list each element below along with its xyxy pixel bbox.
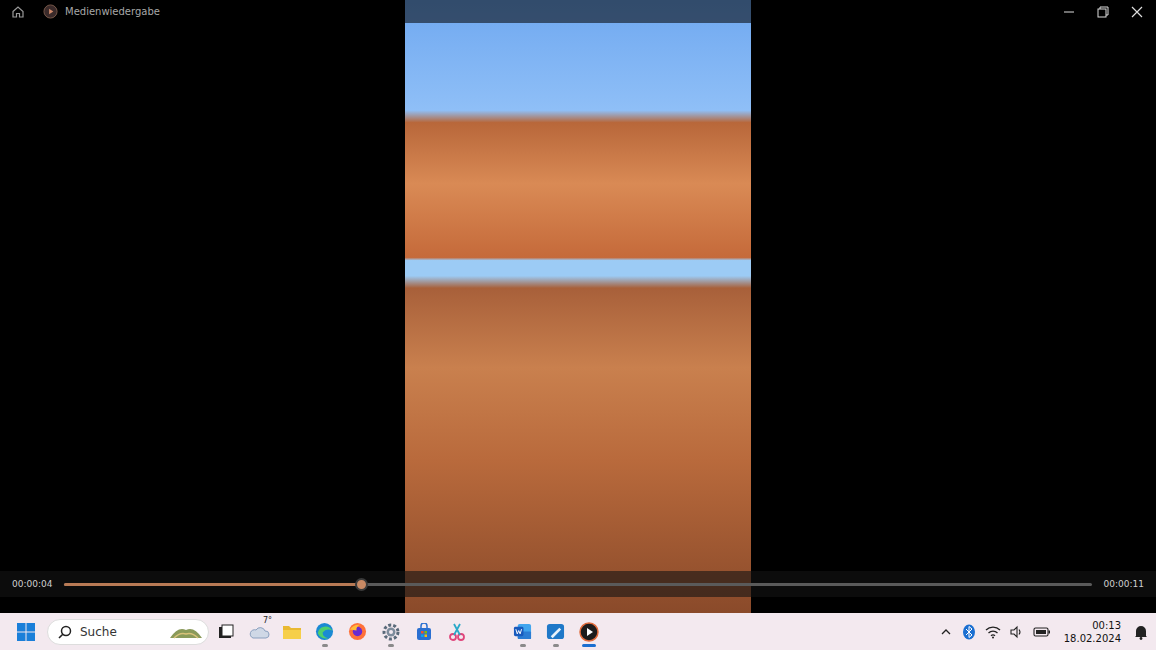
running-indicator [553, 644, 559, 647]
seek-track[interactable] [64, 583, 1091, 586]
notification-bell-icon[interactable] [1134, 624, 1148, 640]
snipping-tool-icon [448, 622, 466, 642]
clock-time: 00:13 [1092, 619, 1121, 632]
media-player-icon [43, 4, 58, 19]
task-view-button[interactable] [209, 615, 242, 648]
title-bar: Medienwiedergabe [0, 0, 1156, 23]
screen: Medienwiedergabe 00:00:04 00:00:11 Suche… [0, 0, 1156, 650]
seek-thumb[interactable] [355, 578, 368, 591]
search-highlight-icon [168, 622, 204, 642]
media-player-button[interactable] [572, 615, 605, 648]
store-icon [415, 623, 433, 641]
firefox-button[interactable] [341, 615, 374, 648]
start-button[interactable] [9, 615, 42, 648]
player-area: Medienwiedergabe 00:00:04 00:00:11 [0, 0, 1156, 613]
video-frame [405, 0, 751, 613]
word-button[interactable] [506, 615, 539, 648]
cloud-icon [248, 624, 270, 640]
edge-icon [315, 622, 334, 641]
seek-fill [64, 583, 361, 586]
system-tray: 00:13 18.02.2024 [939, 619, 1148, 645]
weather-widget[interactable]: 7° [242, 615, 275, 648]
running-indicator [322, 644, 328, 647]
close-icon[interactable] [1120, 1, 1154, 23]
running-indicator [388, 644, 394, 647]
chevron-up-icon[interactable] [939, 625, 953, 639]
snipping-button[interactable] [440, 615, 473, 648]
windows-icon [17, 623, 35, 641]
edge-button[interactable] [308, 615, 341, 648]
minimize-icon[interactable] [1052, 1, 1086, 23]
store-button[interactable] [407, 615, 440, 648]
duration-time: 00:00:11 [1104, 579, 1144, 589]
word-icon [513, 622, 532, 641]
elapsed-time: 00:00:04 [12, 579, 52, 589]
folder-icon [282, 624, 302, 640]
running-indicator [582, 644, 596, 647]
wifi-icon[interactable] [985, 625, 1001, 639]
gear-icon [382, 623, 400, 641]
task-view-icon [218, 624, 234, 640]
clock[interactable]: 00:13 18.02.2024 [1064, 619, 1121, 645]
whiteboard-button[interactable] [539, 615, 572, 648]
home-icon[interactable] [11, 5, 25, 19]
firefox-icon [348, 622, 367, 641]
media-player-icon [579, 622, 599, 642]
temperature: 7° [262, 616, 273, 626]
hidden-app-slot [473, 615, 506, 648]
search-placeholder: Suche [80, 625, 160, 639]
restore-icon[interactable] [1086, 1, 1120, 23]
whiteboard-icon [546, 622, 565, 641]
window-title: Medienwiedergabe [65, 6, 160, 17]
running-indicator [520, 644, 526, 647]
bluetooth-icon[interactable] [962, 624, 976, 640]
volume-icon[interactable] [1010, 625, 1024, 639]
taskbar: Suche 7° 00:13 18.02.2024 [0, 613, 1156, 650]
search-icon [58, 625, 72, 639]
battery-icon[interactable] [1033, 626, 1051, 638]
search-box[interactable]: Suche [47, 619, 209, 645]
settings-button[interactable] [374, 615, 407, 648]
seek-bar: 00:00:04 00:00:11 [0, 571, 1156, 597]
clock-date: 18.02.2024 [1064, 632, 1121, 645]
folder-button[interactable] [275, 615, 308, 648]
